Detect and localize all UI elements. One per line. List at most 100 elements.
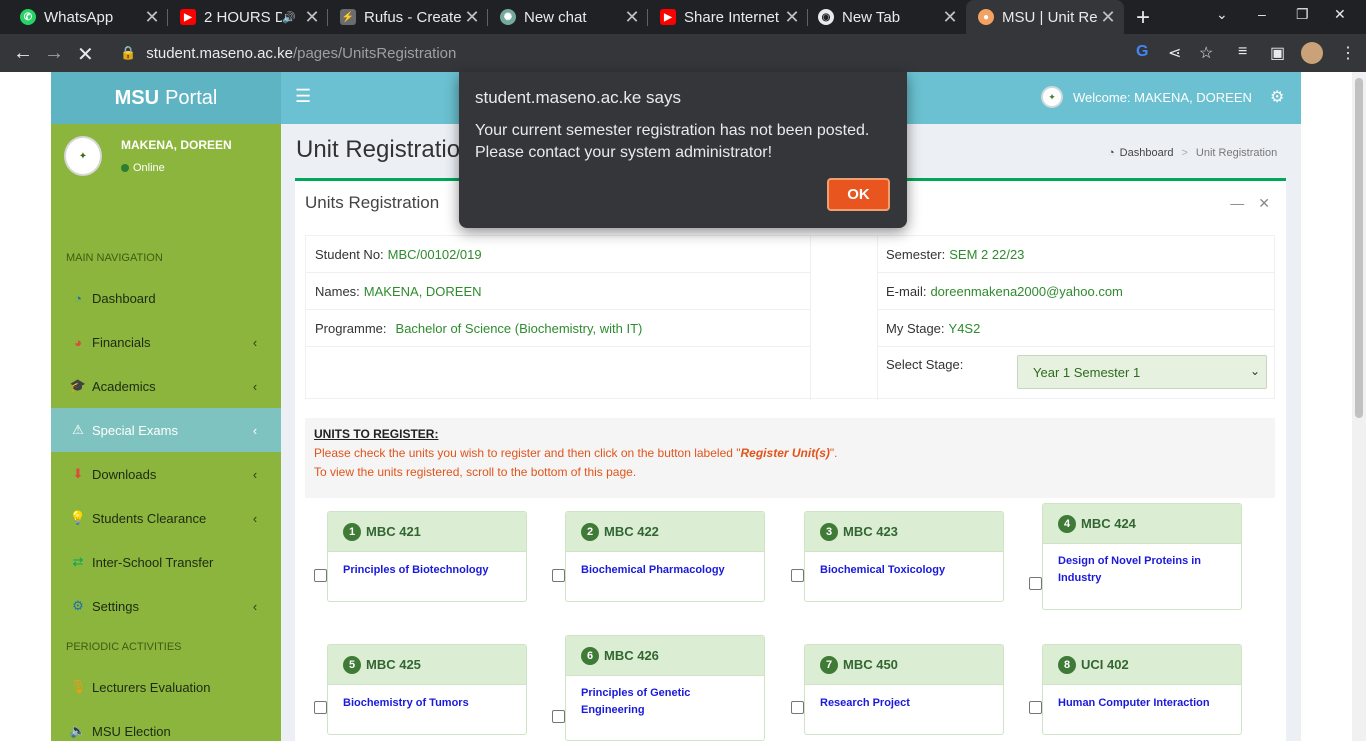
unit-checkbox[interactable] — [791, 569, 804, 582]
close-icon[interactable]: ✕ — [302, 7, 322, 28]
unit-checkbox[interactable] — [1029, 701, 1042, 714]
sidebar-item-dashboard[interactable]: ◔ Dashboard — [51, 276, 281, 320]
sidebar-item-settings[interactable]: ⚙ Settings ‹ — [51, 584, 281, 628]
tab-new-chat[interactable]: ✺ New chat ✕ — [480, 0, 648, 34]
unit-checkbox[interactable] — [552, 569, 565, 582]
tab-strip: ✆ WhatsApp ✕ ▶ 2 HOURS D 🔊 ✕ ⚡ Rufus - C… — [0, 0, 1366, 34]
sidebar-item-lecturers-evaluation[interactable]: 🎙 Lecturers Evaluation — [51, 665, 281, 709]
hamburger-icon[interactable]: ☰ — [295, 86, 311, 107]
bookmark-star-icon[interactable]: ☆ — [1199, 43, 1213, 63]
select-stage-dropdown[interactable]: Year 1 Semester 1 ⌄ — [1017, 355, 1267, 389]
close-icon[interactable]: ✕ — [1258, 195, 1270, 211]
reading-list-icon[interactable]: ≡ — [1238, 43, 1247, 61]
tab-rufus[interactable]: ⚡ Rufus - Create ✕ — [320, 0, 488, 34]
tab-title: Rufus - Create — [364, 8, 462, 26]
unit-card: 8 UCI 402 Human Computer Interaction — [1042, 644, 1242, 735]
close-icon[interactable]: ✕ — [142, 7, 162, 28]
sidebar-item-inter-school-transfer[interactable]: ⇄ Inter-School Transfer — [51, 540, 281, 584]
unit-name: Biochemistry of Tumors — [343, 697, 469, 709]
breadcrumb: ◔ Dashboard > Unit Registration — [1108, 147, 1278, 159]
url-path: /pages/UnitsRegistration — [292, 44, 457, 62]
unit-name: Biochemical Toxicology — [820, 564, 946, 576]
breadcrumb-home[interactable]: Dashboard — [1120, 147, 1174, 159]
tab-title: WhatsApp — [44, 8, 114, 26]
forward-icon[interactable]: → — [44, 42, 64, 65]
semester-value: SEM 2 22/23 — [949, 246, 1025, 262]
audio-icon[interactable]: 🔊 — [282, 11, 296, 24]
alert-dialog: student.maseno.ac.ke says Your current s… — [459, 72, 907, 228]
lock-icon[interactable]: 🔒 — [120, 45, 136, 61]
pie-chart-icon: ◕ — [74, 334, 82, 350]
box-tools: — ✕ — [1216, 195, 1270, 212]
menu-icon[interactable]: ⋮ — [1340, 43, 1356, 63]
url-host: student.maseno.ac.ke — [146, 44, 293, 62]
dialog-message: Your current semester registration has n… — [475, 122, 870, 161]
tab-whatsapp[interactable]: ✆ WhatsApp ✕ — [0, 0, 168, 34]
student-info-table: Student No: MBC/00102/019 Names: MAKENA, D… — [305, 235, 1275, 400]
cogs-icon: ⚙ — [72, 598, 84, 613]
sidebar-item-students-clearance[interactable]: 💡 Students Clearance ‹ — [51, 496, 281, 540]
address-bar: ← → ✕ 🔒 student.maseno.ac.ke/pages/Units… — [0, 34, 1366, 72]
warning-icon: ⚠ — [72, 422, 84, 437]
ok-button[interactable]: OK — [827, 178, 890, 211]
new-tab-button[interactable]: + — [1136, 4, 1150, 32]
tab-search-icon[interactable]: ⌄ — [1216, 6, 1228, 23]
sidebar-item-special-exams[interactable]: ⚠ Special Exams ‹ — [51, 408, 281, 452]
share-icon[interactable]: ⋖ — [1168, 43, 1181, 63]
close-icon[interactable]: ✕ — [940, 7, 960, 28]
unit-checkbox[interactable] — [1029, 577, 1042, 590]
dashboard-icon: ◔ — [74, 290, 82, 306]
profile-avatar[interactable] — [1301, 42, 1323, 64]
student-no-value: MBC/00102/019 — [387, 246, 482, 262]
sidebar-item-financials[interactable]: ◕ Financials ‹ — [51, 320, 281, 364]
user-menu[interactable]: ✦ Welcome: MAKENA, DOREEN — [1041, 86, 1252, 108]
chevron-left-icon: ‹ — [252, 466, 258, 482]
url-field[interactable]: 🔒 student.maseno.ac.ke/pages/UnitsRegist… — [112, 38, 1162, 68]
close-window-icon[interactable]: ✕ — [1334, 6, 1346, 23]
stage-value: Y4S2 — [948, 320, 981, 336]
close-icon[interactable]: ✕ — [622, 7, 642, 28]
unit-checkbox[interactable] — [552, 710, 565, 723]
names-value: MAKENA, DOREEN — [363, 283, 482, 299]
tab-new-tab[interactable]: ◉ New Tab ✕ — [798, 0, 966, 34]
chevron-left-icon: ‹ — [252, 334, 258, 350]
sidebar-item-downloads[interactable]: ⬇ Downloads ‹ — [51, 452, 281, 496]
sidebar-item-academics[interactable]: 🎓 Academics ‹ — [51, 364, 281, 408]
unit-card: 5 MBC 425 Biochemistry of Tumors — [327, 644, 527, 735]
units-instructions: UNITS TO REGISTER: Please check the unit… — [305, 418, 1275, 498]
google-icon[interactable]: G — [1136, 43, 1148, 61]
email-value: doreenmakena2000@yahoo.com — [930, 283, 1123, 299]
cogs-icon[interactable]: ⚙ — [1270, 87, 1284, 107]
whatsapp-icon: ✆ — [20, 9, 36, 25]
unit-checkbox[interactable] — [314, 701, 327, 714]
collapse-icon[interactable]: — — [1230, 195, 1244, 211]
youtube-icon: ▶ — [180, 9, 196, 25]
student-no-row: Student No: MBC/00102/019 — [306, 236, 810, 273]
scrollbar[interactable] — [1352, 72, 1366, 741]
unit-number: 2 — [581, 522, 599, 541]
back-icon[interactable]: ← — [13, 42, 33, 65]
minimize-icon[interactable]: – — [1258, 6, 1266, 22]
chevron-left-icon: ‹ — [252, 378, 258, 394]
unit-checkbox[interactable] — [314, 569, 327, 582]
stop-icon[interactable]: ✕ — [77, 42, 94, 67]
close-icon[interactable]: ✕ — [462, 7, 482, 28]
names-row: Names: MAKENA, DOREEN — [306, 273, 810, 310]
unit-code: MBC 422 — [604, 524, 659, 539]
breadcrumb-current: Unit Registration — [1195, 147, 1278, 159]
logo[interactable]: MSU Portal — [51, 72, 281, 124]
sidebar-item-msu-election[interactable]: 🔈 MSU Election — [51, 709, 281, 741]
scroll-thumb[interactable] — [1355, 78, 1363, 418]
close-icon[interactable]: ✕ — [1098, 7, 1118, 28]
tab-share-internet[interactable]: ▶ Share Internet ✕ — [640, 0, 808, 34]
side-panel-icon[interactable]: ▣ — [1270, 43, 1285, 63]
tab-msu-active[interactable]: ● MSU | Unit Reg ✕ — [966, 0, 1124, 34]
instruction-line-1: Please check the units you wish to regis… — [314, 446, 838, 460]
unit-code: MBC 423 — [843, 524, 898, 539]
maximize-icon[interactable]: ❐ — [1296, 6, 1309, 23]
tab-youtube-hours[interactable]: ▶ 2 HOURS D 🔊 ✕ — [160, 0, 328, 34]
unit-checkbox[interactable] — [791, 701, 804, 714]
unit-number: 7 — [820, 655, 838, 674]
msu-icon: ● — [978, 9, 994, 25]
dialog-title: student.maseno.ac.ke says — [475, 88, 682, 107]
